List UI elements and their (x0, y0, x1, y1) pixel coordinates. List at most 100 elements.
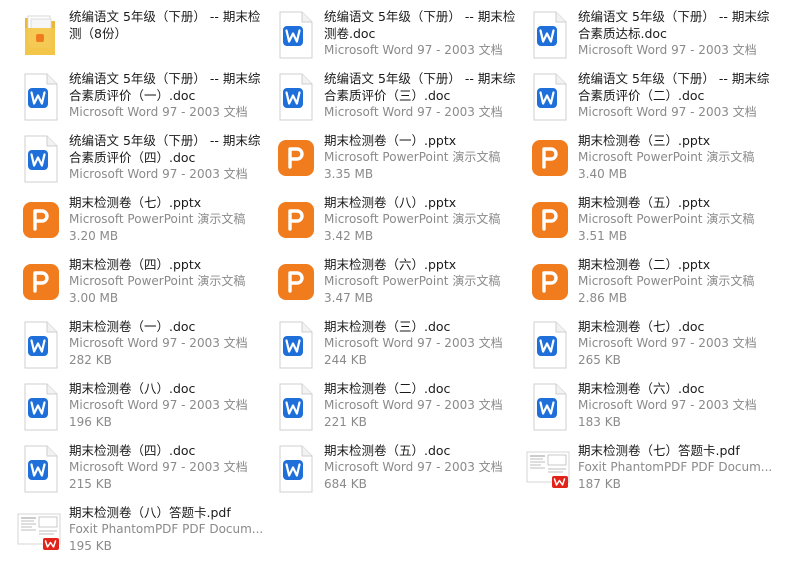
file-type: Microsoft Word 97 - 2003 文档 (578, 105, 757, 119)
powerpoint-icon (271, 196, 319, 246)
file-name: 期末检测卷（五）.doc (324, 443, 451, 458)
file-type: Microsoft PowerPoint 演示文稿 (578, 212, 755, 226)
file-name: 期末检测卷（四）.doc (69, 443, 196, 458)
word-doc-icon (525, 10, 573, 60)
file-item[interactable]: 期末检测卷（二）.doc Microsoft Word 97 - 2003 文档… (269, 378, 517, 436)
file-type: Microsoft Word 97 - 2003 文档 (324, 336, 503, 350)
file-name: 统编语文 5年级（下册） -- 期末综合素质评价（一）.doc (69, 71, 261, 103)
word-doc-icon (271, 382, 319, 432)
file-type: Microsoft Word 97 - 2003 文档 (324, 43, 503, 57)
file-row: 期末检测卷（四）.pptx Microsoft PowerPoint 演示文稿 … (14, 254, 784, 316)
file-item[interactable]: 期末检测卷（四）.doc Microsoft Word 97 - 2003 文档… (14, 440, 262, 498)
file-type: Microsoft Word 97 - 2003 文档 (69, 460, 248, 474)
file-item[interactable]: 期末检测卷（五）.pptx Microsoft PowerPoint 演示文稿 … (523, 192, 771, 250)
file-size: 3.35 MB (324, 167, 374, 181)
file-type: Foxit PhantomPDF PDF Docum... (69, 522, 264, 536)
file-type: Microsoft Word 97 - 2003 文档 (69, 336, 248, 350)
word-doc-icon (525, 382, 573, 432)
word-doc-icon (16, 444, 64, 494)
powerpoint-icon (16, 196, 64, 246)
file-name: 统编语文 5年级（下册） -- 期末综合素质评价（三）.doc (324, 71, 516, 103)
file-type: Microsoft Word 97 - 2003 文档 (578, 336, 757, 350)
file-name: 期末检测卷（七）.doc (578, 319, 705, 334)
file-item[interactable]: 期末检测卷（七）.pptx Microsoft PowerPoint 演示文稿 … (14, 192, 262, 250)
file-type: Microsoft Word 97 - 2003 文档 (69, 167, 248, 181)
folder-icon (16, 10, 64, 60)
word-doc-icon (16, 382, 64, 432)
file-type: Microsoft PowerPoint 演示文稿 (324, 212, 501, 226)
file-size: 183 KB (578, 415, 621, 429)
file-type: Microsoft Word 97 - 2003 文档 (69, 398, 248, 412)
file-item[interactable]: 统编语文 5年级（下册） -- 期末检测卷.doc Microsoft Word… (269, 6, 517, 64)
file-item[interactable]: 统编语文 5年级（下册） -- 期末综合素质评价（二）.doc Microsof… (523, 68, 771, 126)
file-item[interactable]: 期末检测卷（八）答题卡.pdf Foxit PhantomPDF PDF Doc… (14, 502, 263, 560)
file-row: 期末检测卷（八）.doc Microsoft Word 97 - 2003 文档… (14, 378, 784, 440)
file-item[interactable]: 期末检测卷（二）.pptx Microsoft PowerPoint 演示文稿 … (523, 254, 771, 312)
powerpoint-icon (525, 196, 573, 246)
file-item[interactable]: 期末检测卷（七）.doc Microsoft Word 97 - 2003 文档… (523, 316, 771, 374)
file-row: 期末检测卷（七）.pptx Microsoft PowerPoint 演示文稿 … (14, 192, 784, 254)
file-item[interactable]: 期末检测卷（八）.pptx Microsoft PowerPoint 演示文稿 … (269, 192, 517, 250)
file-name: 期末检测卷（二）.doc (324, 381, 451, 396)
file-item[interactable]: 期末检测卷（四）.pptx Microsoft PowerPoint 演示文稿 … (14, 254, 262, 312)
file-type: Microsoft Word 97 - 2003 文档 (324, 105, 503, 119)
powerpoint-icon (16, 258, 64, 308)
word-doc-icon (271, 72, 319, 122)
file-type: Microsoft PowerPoint 演示文稿 (324, 274, 501, 288)
file-item[interactable]: 期末检测卷（七）答题卡.pdf Foxit PhantomPDF PDF Doc… (523, 440, 772, 498)
file-name: 期末检测卷（三）.pptx (578, 133, 711, 148)
file-size: 2.86 MB (578, 291, 628, 305)
file-size: 215 KB (69, 477, 112, 491)
file-item[interactable]: 统编语文 5年级（下册） -- 期末综合素质评价（三）.doc Microsof… (269, 68, 517, 126)
word-doc-icon (271, 320, 319, 370)
powerpoint-icon (271, 134, 319, 184)
file-row: 统编语文 5年级（下册） -- 期末综合素质评价（一）.doc Microsof… (14, 68, 784, 130)
file-size: 3.47 MB (324, 291, 374, 305)
file-name: 期末检测卷（八）答题卡.pdf (69, 505, 231, 520)
file-type: Microsoft Word 97 - 2003 文档 (578, 398, 757, 412)
file-type: Microsoft Word 97 - 2003 文档 (324, 398, 503, 412)
file-size: 195 KB (69, 539, 112, 553)
file-type: Microsoft PowerPoint 演示文稿 (324, 150, 501, 164)
file-size: 244 KB (324, 353, 367, 367)
file-type: Microsoft Word 97 - 2003 文档 (578, 43, 757, 57)
file-type: Microsoft PowerPoint 演示文稿 (578, 150, 755, 164)
file-item[interactable]: 统编语文 5年级（下册） -- 期末综合素质达标.doc Microsoft W… (523, 6, 771, 64)
file-item[interactable]: 期末检测卷（一）.pptx Microsoft PowerPoint 演示文稿 … (269, 130, 517, 188)
file-name: 统编语文 5年级（下册） -- 期末综合素质评价（四）.doc (69, 133, 261, 165)
file-name: 期末检测卷（六）.doc (578, 381, 705, 396)
file-item[interactable]: 期末检测卷（一）.doc Microsoft Word 97 - 2003 文档… (14, 316, 262, 374)
file-type: Microsoft Word 97 - 2003 文档 (69, 105, 248, 119)
file-item[interactable]: 期末检测卷（八）.doc Microsoft Word 97 - 2003 文档… (14, 378, 262, 436)
file-type: Microsoft PowerPoint 演示文稿 (578, 274, 755, 288)
pdf-thumbnail-icon (525, 444, 573, 494)
file-item[interactable]: 期末检测卷（六）.doc Microsoft Word 97 - 2003 文档… (523, 378, 771, 436)
file-item[interactable]: 统编语文 5年级（下册） -- 期末检测（8份） (14, 6, 262, 64)
file-name: 期末检测卷（六）.pptx (324, 257, 457, 272)
file-name: 统编语文 5年级（下册） -- 期末检测（8份） (69, 9, 261, 41)
file-row: 期末检测卷（四）.doc Microsoft Word 97 - 2003 文档… (14, 440, 784, 502)
file-item[interactable]: 期末检测卷（五）.doc Microsoft Word 97 - 2003 文档… (269, 440, 517, 498)
file-name: 期末检测卷（八）.pptx (324, 195, 457, 210)
word-doc-icon (16, 134, 64, 184)
file-row: 统编语文 5年级（下册） -- 期末检测（8份） 统编语文 5年级（下册） --… (14, 6, 784, 68)
file-row: 期末检测卷（八）答题卡.pdf Foxit PhantomPDF PDF Doc… (14, 502, 784, 564)
powerpoint-icon (271, 258, 319, 308)
pdf-thumbnail-icon (16, 506, 64, 556)
word-doc-icon (271, 10, 319, 60)
file-size: 3.42 MB (324, 229, 374, 243)
file-item[interactable]: 期末检测卷（六）.pptx Microsoft PowerPoint 演示文稿 … (269, 254, 517, 312)
file-size: 187 KB (578, 477, 621, 491)
file-name: 统编语文 5年级（下册） -- 期末综合素质达标.doc (578, 9, 770, 41)
file-item[interactable]: 期末检测卷（三）.doc Microsoft Word 97 - 2003 文档… (269, 316, 517, 374)
file-name: 期末检测卷（四）.pptx (69, 257, 202, 272)
file-item[interactable]: 统编语文 5年级（下册） -- 期末综合素质评价（四）.doc Microsof… (14, 130, 262, 188)
word-doc-icon (525, 72, 573, 122)
file-size: 196 KB (69, 415, 112, 429)
file-name: 统编语文 5年级（下册） -- 期末综合素质评价（二）.doc (578, 71, 770, 103)
file-type: Foxit PhantomPDF PDF Docum... (578, 460, 773, 474)
file-size: 265 KB (578, 353, 621, 367)
file-type: Microsoft Word 97 - 2003 文档 (324, 460, 503, 474)
file-item[interactable]: 期末检测卷（三）.pptx Microsoft PowerPoint 演示文稿 … (523, 130, 771, 188)
file-item[interactable]: 统编语文 5年级（下册） -- 期末综合素质评价（一）.doc Microsof… (14, 68, 262, 126)
